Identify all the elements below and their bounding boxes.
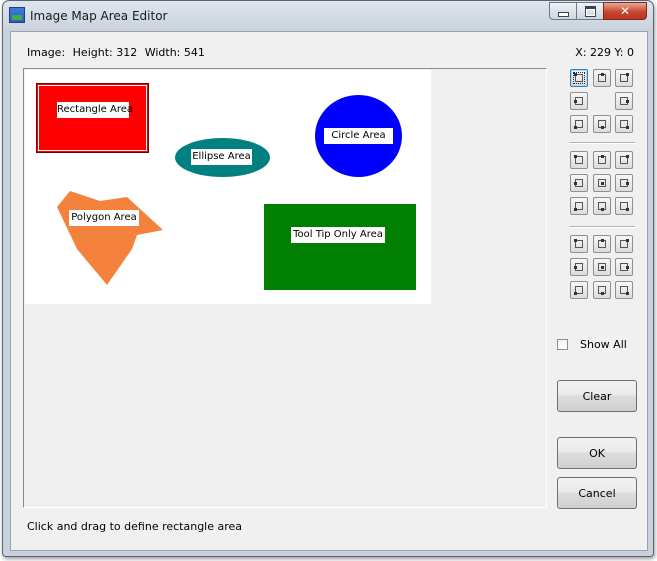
show-all-option[interactable]: Show All: [557, 338, 627, 351]
align-bottom-button[interactable]: [593, 197, 611, 215]
tooltip-only-area[interactable]: Tool Tip Only Area: [264, 204, 416, 290]
image-height: Height: 312: [72, 46, 138, 59]
resize-right-button[interactable]: [615, 92, 633, 110]
status-message: Click and drag to define rectangle area: [27, 520, 243, 533]
tooltip-area-label: Tool Tip Only Area: [291, 227, 385, 243]
align-top-button[interactable]: [593, 151, 611, 169]
cursor-coordinates: X: 229 Y: 0: [575, 46, 634, 59]
resize-bottom-button[interactable]: [593, 115, 611, 133]
align-top-icon: [598, 155, 606, 164]
align-bottom-right-button[interactable]: [615, 197, 633, 215]
align-top-right-icon: [620, 155, 629, 164]
image-map-image[interactable]: Rectangle Area Ellipse Area Circle Area …: [25, 70, 431, 304]
image-info: Image: Height: 312 Width: 541: [27, 46, 209, 59]
align-top-right-button[interactable]: [615, 151, 633, 169]
ellipse-area-label: Ellipse Area: [191, 149, 252, 165]
tool-separator: [569, 226, 635, 228]
image-map-area-editor-window: Image Map Area Editor ✕ Image: Height: 3…: [2, 0, 654, 557]
cancel-button[interactable]: Cancel: [557, 477, 637, 509]
align-top-left-button[interactable]: [570, 151, 588, 169]
maximize-icon: [584, 5, 596, 17]
title-bar[interactable]: Image Map Area Editor ✕: [3, 1, 653, 31]
image-label: Image:: [27, 46, 66, 59]
move-center-icon: [598, 263, 606, 271]
close-icon: ✕: [619, 4, 631, 18]
circle-area-label: Circle Area: [324, 128, 393, 144]
maximize-button[interactable]: [576, 2, 603, 20]
resize-top-right-button[interactable]: [615, 69, 633, 87]
resize-right-icon: [620, 97, 629, 105]
polygon-area[interactable]: [55, 185, 165, 287]
move-down-right-icon: [620, 286, 629, 295]
resize-top-button[interactable]: [593, 69, 611, 87]
resize-left-button[interactable]: [570, 92, 588, 110]
move-up-icon: [598, 239, 606, 248]
align-center-button[interactable]: [593, 174, 611, 192]
resize-bottom-left-button[interactable]: [570, 115, 588, 133]
window-title: Image Map Area Editor: [30, 9, 168, 23]
circle-area[interactable]: Circle Area: [315, 95, 402, 177]
move-right-icon: [620, 263, 629, 271]
resize-left-icon: [574, 97, 583, 105]
rectangle-area-label: Rectangle Area: [57, 102, 133, 118]
resize-top-right-icon: [620, 73, 629, 82]
move-down-left-button[interactable]: [570, 281, 588, 299]
move-up-left-button[interactable]: [570, 235, 588, 253]
align-center-icon: [598, 179, 606, 187]
move-down-icon: [598, 286, 606, 295]
move-right-button[interactable]: [615, 258, 633, 276]
resize-bottom-left-icon: [574, 120, 583, 129]
show-all-checkbox[interactable]: [557, 339, 568, 350]
move-up-left-icon: [574, 239, 583, 248]
align-left-icon: [574, 179, 583, 187]
resize-bottom-icon: [598, 120, 606, 129]
align-left-button[interactable]: [570, 174, 588, 192]
ok-button[interactable]: OK: [557, 437, 637, 469]
polygon-area-label: Polygon Area: [69, 210, 139, 226]
move-down-button[interactable]: [593, 281, 611, 299]
resize-top-icon: [598, 73, 606, 82]
align-bottom-left-button[interactable]: [570, 197, 588, 215]
image-width: Width: 541: [144, 46, 205, 59]
align-bottom-icon: [598, 202, 606, 211]
caption-buttons: ✕: [549, 2, 647, 20]
show-all-label: Show All: [580, 338, 627, 351]
image-canvas[interactable]: Rectangle Area Ellipse Area Circle Area …: [23, 68, 547, 508]
ellipse-area[interactable]: Ellipse Area: [175, 138, 270, 177]
tool-separator: [569, 142, 635, 144]
align-right-icon: [620, 179, 629, 187]
align-bottom-right-icon: [620, 202, 629, 211]
move-center-button[interactable]: [593, 258, 611, 276]
move-down-left-icon: [574, 286, 583, 295]
resize-bottom-right-icon: [620, 120, 629, 129]
move-left-button[interactable]: [570, 258, 588, 276]
minimize-button[interactable]: [549, 2, 576, 20]
minimize-icon: [557, 11, 569, 17]
align-right-button[interactable]: [615, 174, 633, 192]
resize-top-left-icon: [574, 73, 583, 82]
dialog-client-area: Image: Height: 312 Width: 541 X: 229 Y: …: [10, 31, 648, 551]
app-icon: [9, 7, 25, 23]
move-up-right-icon: [620, 239, 629, 248]
resize-top-left-button[interactable]: [570, 69, 588, 87]
close-button[interactable]: ✕: [603, 2, 647, 20]
rectangle-area[interactable]: Rectangle Area: [36, 83, 149, 153]
move-up-right-button[interactable]: [615, 235, 633, 253]
move-down-right-button[interactable]: [615, 281, 633, 299]
move-left-icon: [574, 263, 583, 271]
move-up-button[interactable]: [593, 235, 611, 253]
align-bottom-left-icon: [574, 202, 583, 211]
polygon-area-shape[interactable]: [57, 191, 163, 285]
clear-button[interactable]: Clear: [557, 380, 637, 412]
resize-bottom-right-button[interactable]: [615, 115, 633, 133]
align-top-left-icon: [574, 155, 583, 164]
